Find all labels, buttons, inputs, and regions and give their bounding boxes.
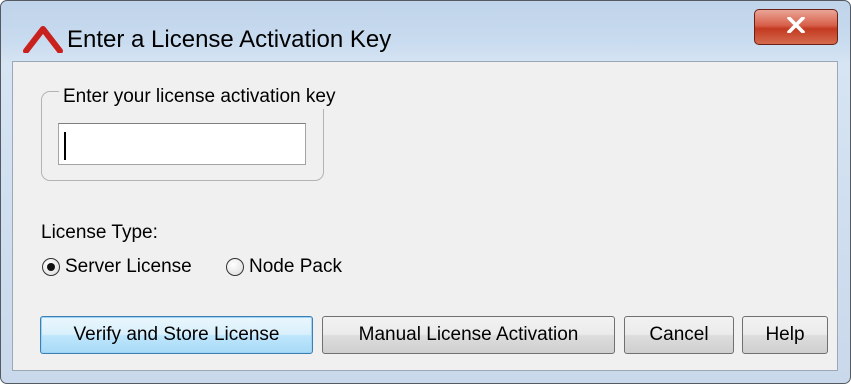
app-logo-icon <box>23 25 63 54</box>
title-bar[interactable]: Enter a License Activation Key <box>1 1 850 61</box>
activation-key-group-label: Enter your license activation key <box>59 85 340 109</box>
close-button[interactable] <box>754 9 838 45</box>
node-pack-label[interactable]: Node Pack <box>249 255 342 279</box>
node-pack-radio[interactable] <box>226 258 244 276</box>
help-button[interactable]: Help <box>742 316 828 354</box>
manual-activation-button[interactable]: Manual License Activation <box>322 316 615 354</box>
text-caret <box>64 132 66 160</box>
server-license-label[interactable]: Server License <box>65 255 192 279</box>
radio-selected-dot <box>47 263 55 271</box>
license-type-label: License Type: <box>41 222 158 243</box>
cancel-button[interactable]: Cancel <box>624 316 734 354</box>
license-activation-dialog: Enter a License Activation Key Enter you… <box>0 0 851 384</box>
dialog-client-area: Enter your license activation key Licens… <box>12 61 838 371</box>
window-title: Enter a License Activation Key <box>67 26 392 53</box>
close-icon <box>787 15 805 38</box>
server-license-radio[interactable] <box>42 258 60 276</box>
activation-key-input[interactable] <box>58 123 306 165</box>
verify-and-store-button[interactable]: Verify and Store License <box>40 316 313 354</box>
